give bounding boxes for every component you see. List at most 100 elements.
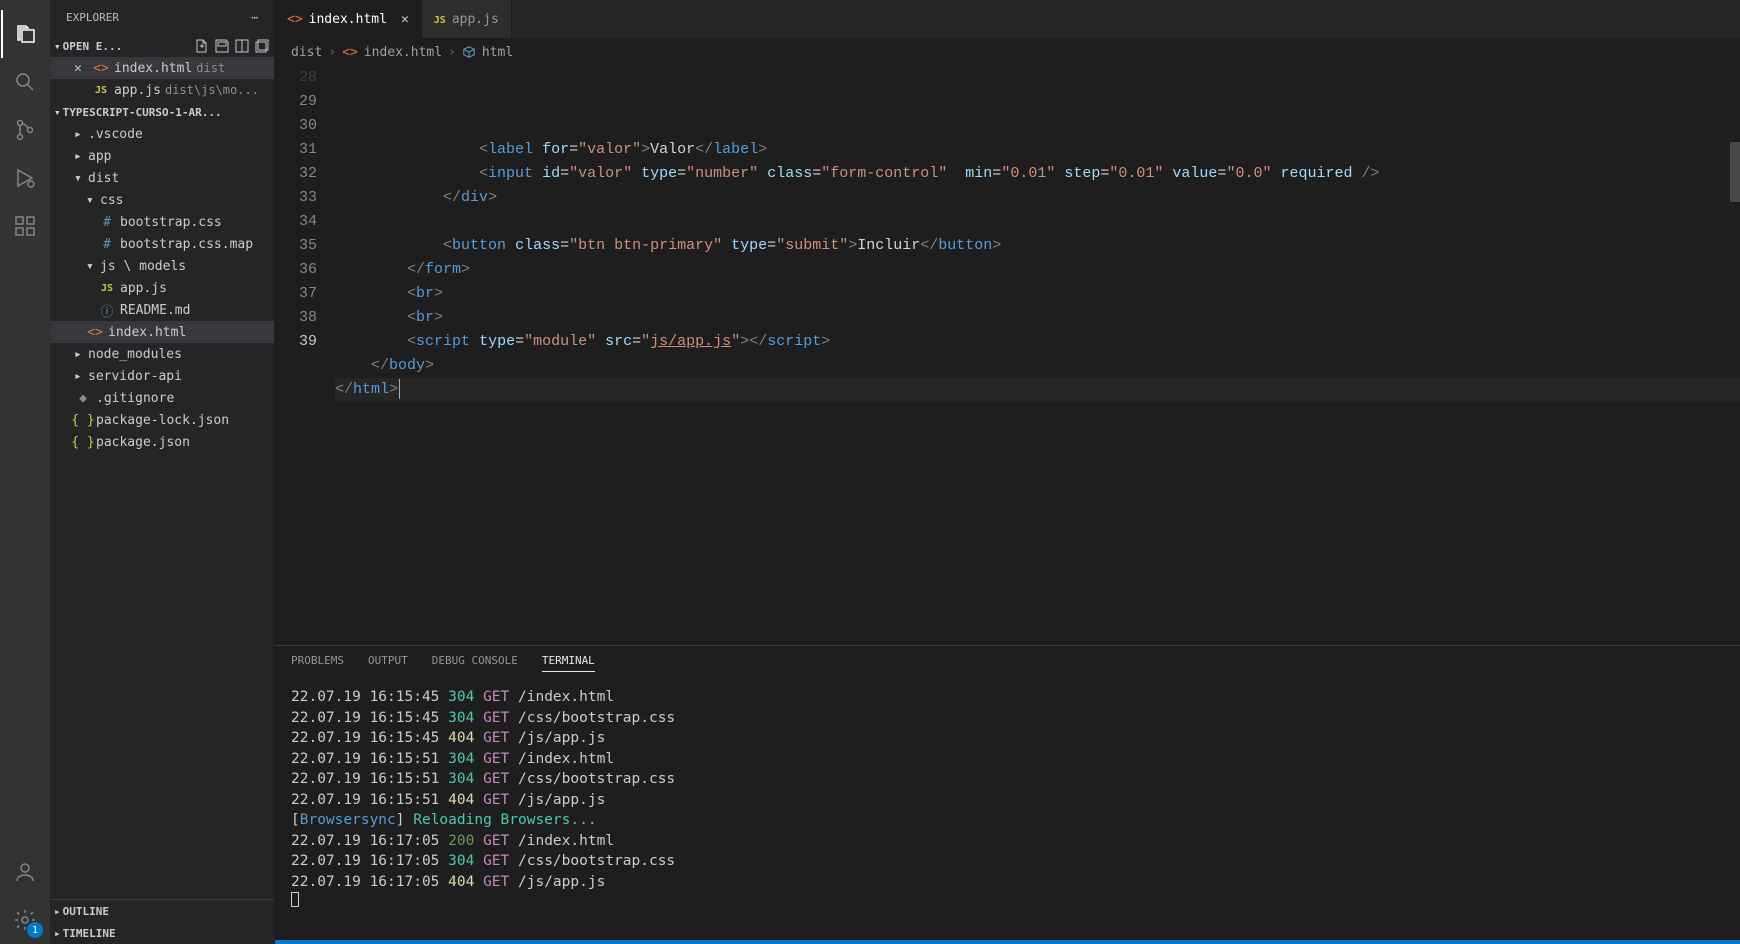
file-name: .gitignore [96,391,174,406]
chevron-icon: ▸ [74,149,88,164]
folder-item[interactable]: ▸node_modules [50,343,274,365]
cube-icon [462,45,476,59]
file-icon: { } [74,435,92,450]
file-icon: JS [92,85,110,96]
line-numbers: 282930313233343536373839 [275,66,335,645]
scrollbar-thumb[interactable] [1730,142,1740,202]
new-file-icon[interactable] [194,38,210,54]
explorer-label: EXPLORER [66,11,119,24]
html-icon: <> [342,45,358,60]
timeline-header[interactable]: ▸ TIMELINE [50,922,274,944]
breadcrumb[interactable]: dist › <> index.html › html [275,38,1740,66]
search-icon[interactable] [1,58,49,106]
editor-tabs: <>index.html✕JSapp.js [275,0,1740,38]
file-icon: <> [86,325,104,340]
folder-name: .vscode [88,127,143,142]
extensions-icon[interactable] [1,202,49,250]
open-editors-actions [194,38,270,54]
folder-item[interactable]: ▸servidor-api [50,365,274,387]
open-editors-header[interactable]: ▾ OPEN E... [50,35,274,57]
run-debug-icon[interactable] [1,154,49,202]
close-icon[interactable]: ✕ [401,12,409,27]
settings-icon[interactable]: 1 [1,896,49,944]
file-item[interactable]: #bootstrap.css [50,211,274,233]
chevron-icon: ▾ [74,171,88,186]
outline-header[interactable]: ▸ OUTLINE [50,900,274,922]
file-icon: { } [74,413,92,428]
file-name: bootstrap.css.map [120,237,253,252]
bottom-panel: PROBLEMS OUTPUT DEBUG CONSOLE TERMINAL 2… [275,645,1740,940]
open-editor-item[interactable]: JSapp.jsdist\js\mo... [50,79,274,101]
status-bar[interactable] [275,940,1740,944]
file-path: dist [196,61,225,75]
chevron-icon: ▸ [74,347,88,362]
more-icon[interactable]: ⋯ [251,11,258,24]
file-name: package.json [96,435,190,450]
open-editor-item[interactable]: ✕<>index.htmldist [50,57,274,79]
layout-icon[interactable] [234,38,250,54]
file-item[interactable]: { } package-lock.json [50,409,274,431]
tab-terminal[interactable]: TERMINAL [542,654,595,672]
accounts-icon[interactable] [1,848,49,896]
file-icon: <> [92,61,110,76]
folder-item[interactable]: ▾css [50,189,274,211]
file-name: package-lock.json [96,413,229,428]
explorer-sidebar: EXPLORER ⋯ ▾ OPEN E... ✕<>index.htmldist… [50,0,275,944]
activity-bar: 1 [0,0,50,944]
code-editor[interactable]: 282930313233343536373839 <label for="val… [275,66,1740,645]
chevron-icon: ▾ [86,259,100,274]
project-header[interactable]: ▾ TYPESCRIPT-CURSO-1-AR... [50,101,274,123]
file-name: index.html [108,325,186,340]
file-name: README.md [120,303,190,318]
file-item[interactable]: ⓘREADME.md [50,299,274,321]
breadcrumb-symbol[interactable]: html [482,45,513,60]
file-icon: # [98,215,116,230]
settings-badge: 1 [27,922,43,938]
file-icon: <> [287,12,303,27]
folder-name: js \ models [100,259,186,274]
tab-label: app.js [452,12,499,27]
folder-name: app [88,149,111,164]
chevron-right-icon: › [448,45,456,60]
open-editors-label: OPEN E... [63,40,123,53]
chevron-right-icon: ▸ [54,927,61,940]
chevron-icon: ▾ [86,193,100,208]
file-item[interactable]: JSapp.js [50,277,274,299]
source-control-icon[interactable] [1,106,49,154]
tab-output[interactable]: OUTPUT [368,654,408,671]
outline-label: OUTLINE [63,905,109,918]
folder-item[interactable]: ▸.vscode [50,123,274,145]
file-item[interactable]: { } package.json [50,431,274,453]
terminal-content[interactable]: 22.07.19 16:15:45 304 GET /index.html22.… [275,679,1740,940]
folder-name: css [100,193,123,208]
sidebar-title: EXPLORER ⋯ [50,0,274,35]
file-item[interactable]: ◆ .gitignore [50,387,274,409]
close-icon[interactable]: ✕ [74,61,92,76]
project-label: TYPESCRIPT-CURSO-1-AR... [63,106,222,119]
editor-tab[interactable]: JSapp.js [422,0,512,38]
tab-problems[interactable]: PROBLEMS [291,654,344,671]
file-icon: ◆ [74,391,92,406]
explorer-icon[interactable] [1,10,49,58]
folder-item[interactable]: ▾dist [50,167,274,189]
project-tree: ▸.vscode▸app▾dist▾css#bootstrap.css#boot… [50,123,274,453]
editor-tab[interactable]: <>index.html✕ [275,0,422,38]
file-item[interactable]: <> index.html [50,321,274,343]
breadcrumb-file[interactable]: index.html [364,45,442,60]
file-icon: JS [98,283,116,294]
file-name: app.js [114,83,161,98]
chevron-right-icon: › [328,45,336,60]
folder-item[interactable]: ▸app [50,145,274,167]
breadcrumb-folder[interactable]: dist [291,45,322,60]
folder-name: node_modules [88,347,182,362]
close-all-icon[interactable] [254,38,270,54]
code-content[interactable]: <label for="valor">Valor</label> <input … [335,66,1740,645]
save-all-icon[interactable] [214,38,230,54]
chevron-down-icon: ▾ [54,106,61,119]
file-item[interactable]: #bootstrap.css.map [50,233,274,255]
chevron-icon: ▸ [74,127,88,142]
timeline-label: TIMELINE [63,927,116,940]
panel-tabs: PROBLEMS OUTPUT DEBUG CONSOLE TERMINAL [275,646,1740,679]
folder-item[interactable]: ▾js \ models [50,255,274,277]
tab-debug-console[interactable]: DEBUG CONSOLE [432,654,518,671]
